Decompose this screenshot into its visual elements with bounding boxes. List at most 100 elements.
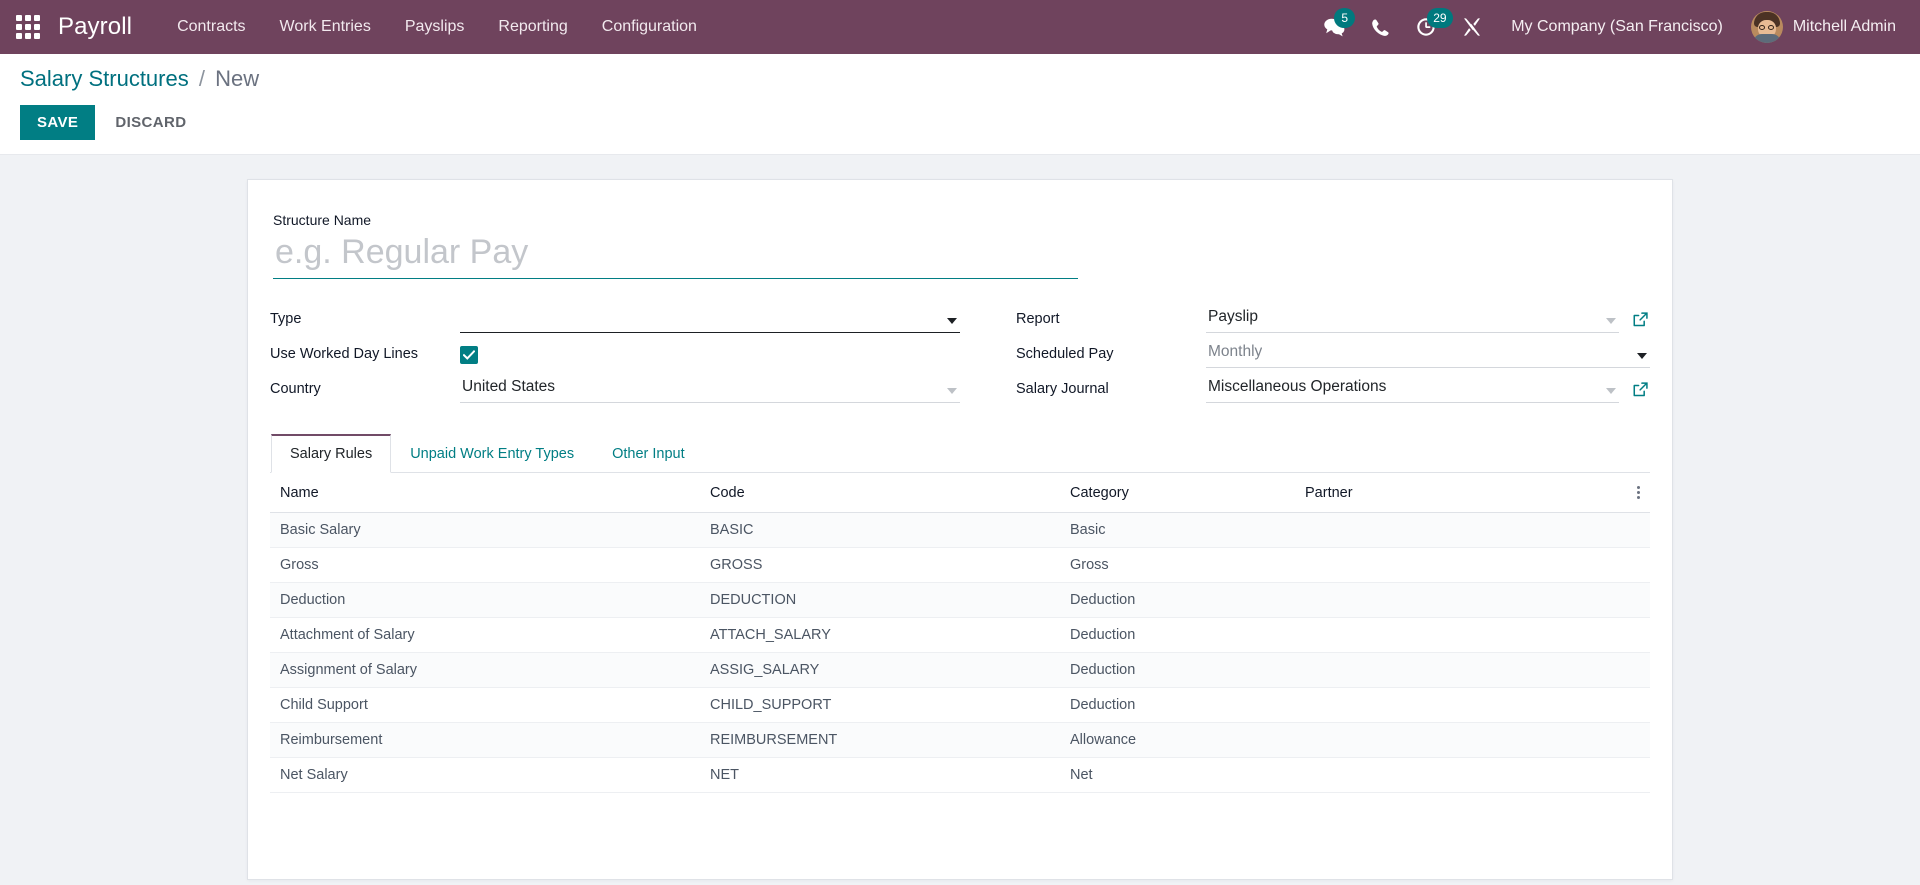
menu-item-payslips[interactable]: Payslips — [388, 0, 482, 54]
country-select[interactable]: United States — [460, 375, 960, 404]
cell-name[interactable]: Attachment of Salary — [270, 617, 700, 654]
messages-button[interactable]: 5 — [1310, 0, 1358, 54]
table-row[interactable]: Deduction DEDUCTION Deduction — [270, 582, 1650, 619]
cell-category[interactable]: Deduction — [1060, 652, 1295, 689]
salary-journal-select[interactable]: Miscellaneous Operations — [1206, 375, 1619, 404]
cell-category[interactable]: Gross — [1060, 547, 1295, 584]
tab-other-input[interactable]: Other Input — [593, 434, 704, 473]
field-label-type: Type — [270, 310, 302, 327]
check-icon — [463, 350, 475, 361]
cell-name[interactable]: Assignment of Salary — [270, 652, 700, 689]
cell-name[interactable]: Child Support — [270, 687, 700, 724]
table-row[interactable]: Assignment of Salary ASSIG_SALARY Deduct… — [270, 652, 1650, 689]
menu-item-configuration[interactable]: Configuration — [585, 0, 714, 54]
table-row[interactable]: Net Salary NET Net — [270, 757, 1650, 794]
structure-name-block: Structure Name — [270, 212, 1650, 280]
vertical-dots-icon[interactable] — [1634, 484, 1642, 501]
navbar-systray: 5 29 My Company (San Francisco) Mitchell… — [1310, 0, 1902, 54]
company-switcher[interactable]: My Company (San Francisco) — [1495, 0, 1739, 54]
save-button[interactable]: SAVE — [20, 105, 96, 141]
cell-code[interactable]: NET — [700, 757, 1060, 794]
cell-spacer — [1624, 512, 1650, 549]
cell-partner[interactable] — [1295, 512, 1624, 549]
cell-partner[interactable] — [1295, 582, 1624, 619]
form-content-area: Structure Name Type Use Worked Day — [0, 155, 1920, 885]
breadcrumb-salary-structures[interactable]: Salary Structures — [20, 66, 189, 91]
phone-icon — [1371, 18, 1390, 37]
cell-category[interactable]: Deduction — [1060, 687, 1295, 724]
cell-code[interactable]: GROSS — [700, 547, 1060, 584]
activities-button[interactable]: 29 — [1403, 0, 1453, 54]
cell-name[interactable]: Deduction — [270, 582, 700, 619]
cell-code[interactable]: REIMBURSEMENT — [700, 722, 1060, 759]
cell-category[interactable]: Net — [1060, 757, 1295, 794]
column-header-name[interactable]: Name — [270, 473, 700, 514]
cell-category[interactable]: Deduction — [1060, 617, 1295, 654]
tab-unpaid-work-entry-types[interactable]: Unpaid Work Entry Types — [391, 434, 593, 473]
cell-partner[interactable] — [1295, 722, 1624, 759]
cell-spacer — [1624, 687, 1650, 724]
breadcrumb-separator: / — [198, 66, 205, 91]
menu-item-reporting[interactable]: Reporting — [481, 0, 584, 54]
cell-code[interactable]: ASSIG_SALARY — [700, 652, 1060, 689]
table-body: Basic Salary BASIC Basic Gross GROSS Gro… — [270, 512, 1650, 794]
report-external-link-icon[interactable] — [1632, 311, 1650, 329]
field-label-scheduled-pay: Scheduled Pay — [1016, 345, 1114, 362]
cell-partner[interactable] — [1295, 547, 1624, 584]
cell-spacer — [1624, 582, 1650, 619]
user-menu[interactable]: Mitchell Admin — [1739, 0, 1902, 54]
form-column-left: Type Use Worked Day Lines Country United… — [270, 301, 960, 406]
salary-rules-table: Name Code Category Partner Basic Salary … — [270, 473, 1650, 794]
cell-spacer — [1624, 652, 1650, 689]
app-brand-payroll[interactable]: Payroll — [58, 13, 132, 41]
tab-salary-rules[interactable]: Salary Rules — [271, 434, 392, 474]
table-row[interactable]: Gross GROSS Gross — [270, 547, 1650, 584]
cell-name[interactable]: Basic Salary — [270, 512, 700, 549]
phone-button[interactable] — [1358, 0, 1403, 54]
country-value: United States — [462, 378, 556, 396]
cell-category[interactable]: Deduction — [1060, 582, 1295, 619]
debug-tools-button[interactable] — [1449, 0, 1495, 54]
cell-name[interactable]: Reimbursement — [270, 722, 700, 759]
column-header-category[interactable]: Category — [1060, 473, 1295, 514]
type-select[interactable] — [460, 307, 960, 334]
structure-name-label: Structure Name — [273, 212, 372, 229]
menu-item-contracts[interactable]: Contracts — [160, 0, 262, 54]
structure-name-input[interactable] — [273, 233, 1078, 280]
cell-partner[interactable] — [1295, 617, 1624, 654]
cell-code[interactable]: BASIC — [700, 512, 1060, 549]
optional-columns-cell — [1624, 473, 1650, 514]
apps-grid-icon[interactable] — [10, 9, 46, 45]
cell-category[interactable]: Basic — [1060, 512, 1295, 549]
notebook-tabs: Salary Rules Unpaid Work Entry Types Oth… — [270, 434, 1650, 474]
discard-button[interactable]: DISCARD — [101, 105, 200, 140]
table-row[interactable]: Basic Salary BASIC Basic — [270, 512, 1650, 549]
use-worked-day-lines-checkbox[interactable] — [460, 346, 478, 365]
column-header-code[interactable]: Code — [700, 473, 1060, 514]
chevron-down-icon — [947, 318, 957, 325]
table-row[interactable]: Child Support CHILD_SUPPORT Deduction — [270, 687, 1650, 724]
menu-item-work-entries[interactable]: Work Entries — [263, 0, 388, 54]
cell-partner[interactable] — [1295, 652, 1624, 689]
cell-category[interactable]: Allowance — [1060, 722, 1295, 759]
cell-code[interactable]: CHILD_SUPPORT — [700, 687, 1060, 724]
cell-partner[interactable] — [1295, 757, 1624, 794]
cell-code[interactable]: DEDUCTION — [700, 582, 1060, 619]
cell-code[interactable]: ATTACH_SALARY — [700, 617, 1060, 654]
scheduled-pay-select[interactable]: Monthly — [1206, 340, 1650, 369]
table-head: Name Code Category Partner — [270, 473, 1650, 514]
field-label-report: Report — [1016, 310, 1060, 327]
table-row[interactable]: Attachment of Salary ATTACH_SALARY Deduc… — [270, 617, 1650, 654]
form-column-right: Report Payslip Scheduled Pay Monthly Sal… — [1016, 301, 1650, 406]
cell-spacer — [1624, 722, 1650, 759]
cell-name[interactable]: Gross — [270, 547, 700, 584]
table-row[interactable]: Reimbursement REIMBURSEMENT Allowance — [270, 722, 1650, 759]
cell-name[interactable]: Net Salary — [270, 757, 700, 794]
column-header-partner[interactable]: Partner — [1295, 473, 1624, 514]
field-label-use-worked-day-lines: Use Worked Day Lines — [270, 345, 419, 362]
cell-partner[interactable] — [1295, 687, 1624, 724]
field-label-salary-journal: Salary Journal — [1016, 380, 1109, 397]
salary-journal-external-link-icon[interactable] — [1632, 381, 1650, 399]
chevron-down-icon — [1637, 353, 1647, 360]
report-select[interactable]: Payslip — [1206, 305, 1619, 334]
